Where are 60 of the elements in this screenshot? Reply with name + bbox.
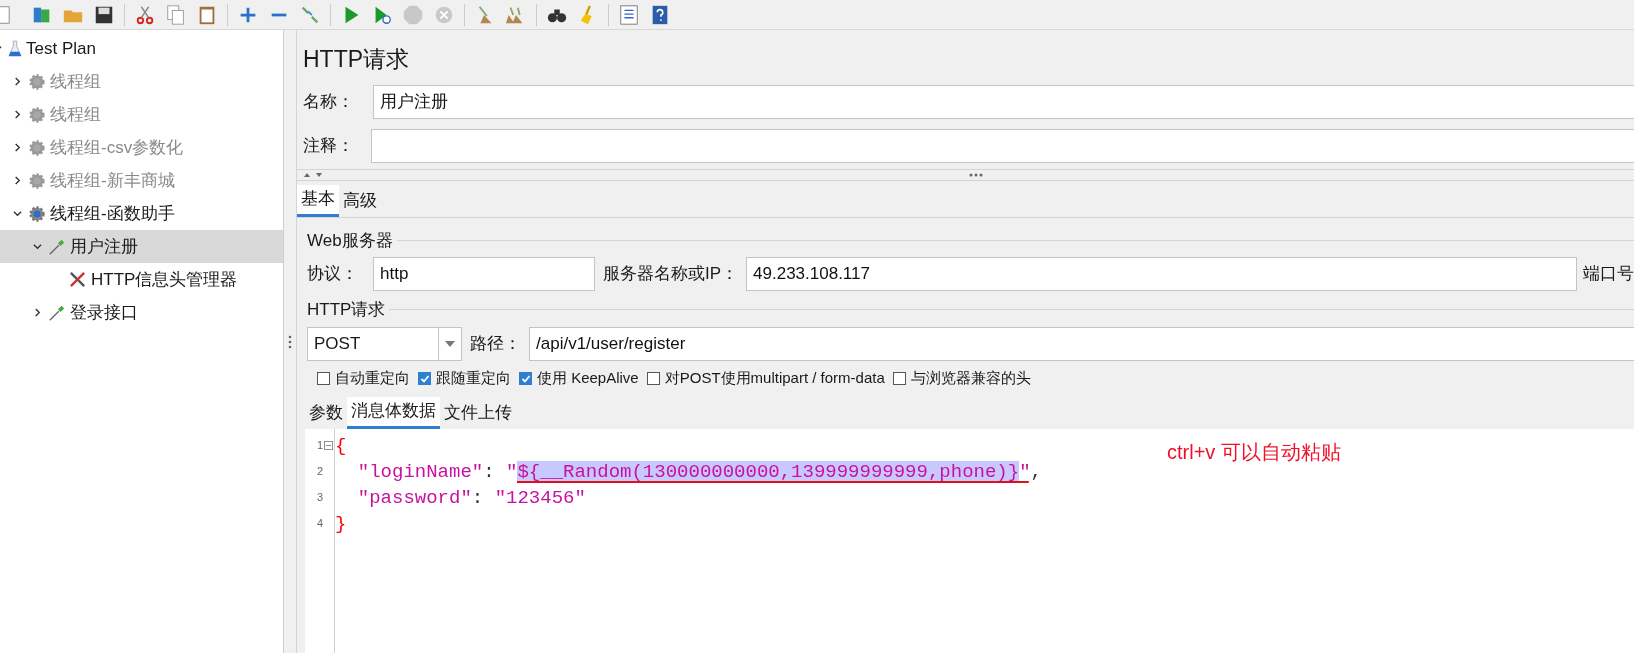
- checkbox-unchecked[interactable]: [646, 372, 660, 385]
- code-editor[interactable]: 1 2 3 4 { "loginName": "${__Random(130000000000,139999999999,phone)}", "password": "123456" } ctrl+v 可以自动粘贴: [305, 428, 1634, 653]
- flask-icon: [8, 39, 22, 58]
- collapse-arrows-icon[interactable]: [303, 170, 323, 179]
- tab[interactable]: 文件上传: [440, 396, 516, 429]
- checkbox-checked[interactable]: [519, 372, 532, 385]
- tab[interactable]: 消息体数据: [347, 396, 440, 429]
- tab[interactable]: 基本: [297, 184, 339, 217]
- line-number: 3: [316, 490, 324, 506]
- line-number: 4: [316, 516, 324, 532]
- field-label: 端口号: [1582, 263, 1634, 286]
- drag-handle-icon[interactable]: [968, 172, 983, 177]
- code-line: "password": "123456": [356, 485, 587, 511]
- tree-item[interactable]: 登录接口: [0, 296, 283, 329]
- tree-item[interactable]: HTTP信息头管理器: [0, 263, 283, 296]
- checkbox-checked[interactable]: [418, 372, 431, 385]
- checkbox-unchecked[interactable]: [317, 372, 330, 385]
- chevron-down-icon[interactable]: [32, 242, 42, 251]
- comment-field[interactable]: [371, 128, 1634, 163]
- gear-icon: [28, 105, 46, 124]
- tree-item[interactable]: 用户注册: [0, 230, 283, 263]
- gear-icon: [28, 72, 46, 91]
- group-title: HTTP请求: [307, 299, 386, 321]
- server-field[interactable]: 49.233.108.117: [746, 257, 1577, 291]
- method-dropdown[interactable]: POST: [307, 326, 462, 361]
- group-title: Web服务器: [307, 229, 393, 252]
- line-number: 2: [316, 464, 324, 480]
- field-label: 协议：: [307, 263, 359, 286]
- option-checkbox[interactable]: 自动重定向: [317, 367, 410, 390]
- copy-icon[interactable]: [165, 3, 187, 26]
- tree-item[interactable]: Test Plan: [0, 32, 283, 65]
- option-checkbox[interactable]: 与浏览器兼容的头: [892, 367, 1031, 390]
- field-label: 路径：: [469, 332, 522, 355]
- gear-icon: [28, 138, 46, 157]
- gear-icon: [28, 204, 46, 223]
- gear-icon: [28, 171, 46, 190]
- chevron-right-icon[interactable]: [32, 308, 42, 317]
- code-line: }: [335, 511, 348, 537]
- protocol-field[interactable]: http: [373, 257, 595, 291]
- tree-item[interactable]: 线程组-函数助手: [0, 197, 283, 230]
- field-label: 服务器名称或IP：: [602, 263, 740, 286]
- list-icon[interactable]: [618, 3, 640, 26]
- panel-title: HTTP请求: [302, 45, 411, 74]
- path-field[interactable]: /api/v1/user/register: [529, 326, 1634, 361]
- name-field[interactable]: 用户注册: [373, 84, 1634, 119]
- tab[interactable]: 高级: [339, 184, 381, 217]
- dropdown-arrow-icon: [445, 340, 455, 347]
- code-line: {: [335, 433, 348, 459]
- checkbox-unchecked[interactable]: [892, 372, 906, 385]
- line-number: 1: [316, 437, 333, 454]
- chevron-down-icon[interactable]: [12, 209, 22, 218]
- option-checkbox[interactable]: 对POST使用multipart / form-data: [646, 367, 885, 390]
- tab[interactable]: 参数: [305, 396, 347, 429]
- option-checkbox[interactable]: 使用 KeepAlive: [519, 367, 639, 390]
- splitter-handle-icon[interactable]: [288, 334, 292, 349]
- option-checkbox[interactable]: 跟随重定向: [418, 367, 511, 390]
- field-label: 注释：: [303, 134, 355, 157]
- tools-icon: [68, 270, 87, 289]
- annotation-text: ctrl+v 可以自动粘贴: [1167, 439, 1341, 465]
- field-label: 名称：: [303, 90, 355, 113]
